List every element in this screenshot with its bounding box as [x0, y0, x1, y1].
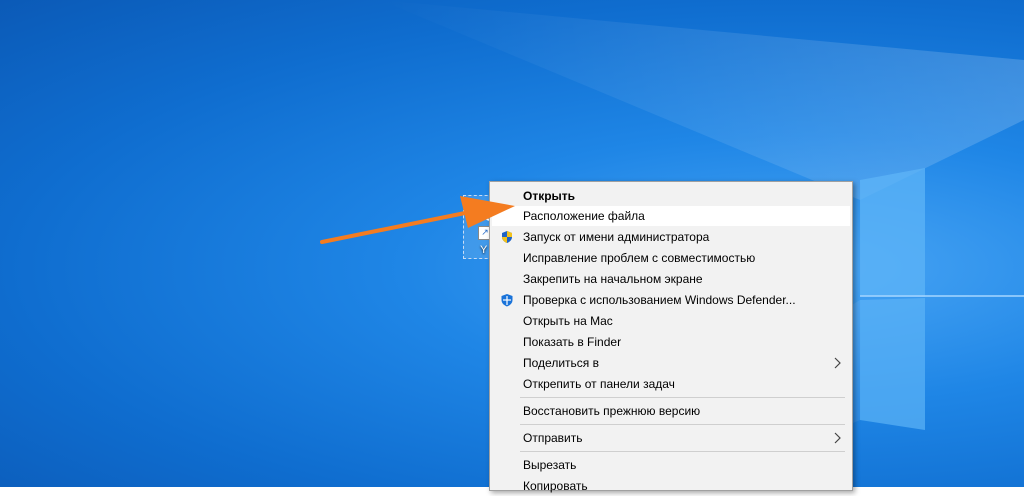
- menu-item-defender-scan[interactable]: Проверка с использованием Windows Defend…: [492, 290, 850, 310]
- menu-item-send-to[interactable]: Отправить: [492, 428, 850, 448]
- chevron-right-icon: [834, 357, 841, 369]
- menu-item-label: Восстановить прежнюю версию: [523, 404, 701, 418]
- menu-item-label: Показать в Finder: [523, 335, 622, 349]
- menu-item-label: Исправление проблем с совместимостью: [523, 251, 756, 265]
- menu-item-label: Открыть на Mac: [523, 314, 613, 328]
- menu-item-restore-previous-versions[interactable]: Восстановить прежнюю версию: [492, 401, 850, 421]
- menu-item-label: Копировать: [523, 479, 588, 493]
- menu-item-cut[interactable]: Вырезать: [492, 455, 850, 475]
- menu-item-file-location[interactable]: Расположение файла: [492, 206, 850, 226]
- windows-logo-pane-top: [860, 168, 925, 297]
- windows-logo-pane-bottom: [860, 298, 925, 430]
- menu-item-run-as-admin[interactable]: Запуск от имени администратора: [492, 227, 850, 247]
- context-menu: Открыть Расположение файла Запуск от име…: [489, 181, 853, 493]
- menu-item-open[interactable]: Открыть: [492, 186, 850, 206]
- desktop-icon-label: Y: [480, 244, 488, 256]
- menu-item-label: Открыть: [523, 189, 576, 203]
- chevron-right-icon: [834, 432, 841, 444]
- menu-item-compat-troubleshoot[interactable]: Исправление проблем с совместимостью: [492, 248, 850, 268]
- menu-item-label: Поделиться в: [523, 356, 599, 370]
- menu-item-open-on-mac[interactable]: Открыть на Mac: [492, 311, 850, 331]
- menu-separator: [520, 451, 845, 452]
- menu-item-show-in-finder[interactable]: Показать в Finder: [492, 332, 850, 352]
- menu-item-unpin-taskbar[interactable]: Открепить от панели задач: [492, 374, 850, 394]
- menu-item-label: Открепить от панели задач: [523, 377, 675, 391]
- menu-item-pin-to-start[interactable]: Закрепить на начальном экране: [492, 269, 850, 289]
- menu-separator: [520, 424, 845, 425]
- menu-item-share-on[interactable]: Поделиться в: [492, 353, 850, 373]
- uac-shield-icon: [502, 231, 512, 243]
- menu-item-label: Расположение файла: [523, 209, 645, 223]
- menu-separator: [520, 397, 845, 398]
- menu-item-label: Проверка с использованием Windows Defend…: [523, 293, 796, 307]
- menu-item-label: Запуск от имени администратора: [523, 230, 710, 244]
- menu-item-label: Отправить: [523, 431, 583, 445]
- menu-item-label: Закрепить на начальном экране: [523, 272, 703, 286]
- windows-defender-icon: [501, 294, 513, 307]
- menu-item-label: Вырезать: [523, 458, 577, 472]
- menu-item-copy[interactable]: Копировать: [492, 476, 850, 496]
